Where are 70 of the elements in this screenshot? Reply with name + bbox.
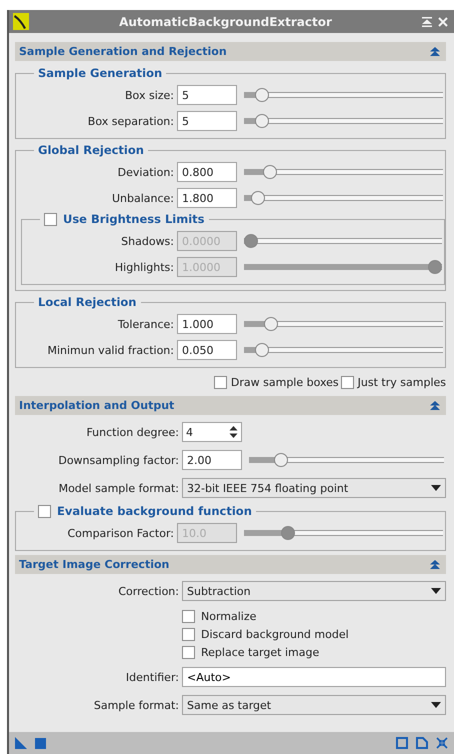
number-field[interactable]: 5 [177,85,237,105]
slider-thumb[interactable] [255,114,270,128]
field-label: Box size: [124,88,174,102]
checkbox-label[interactable]: Normalize [201,610,256,622]
section-header[interactable]: Target Image Correction [15,555,446,574]
square-icon[interactable] [35,738,46,748]
field-label: Unbalance: [110,192,174,204]
checkbox-label[interactable]: Discard background model [201,628,349,640]
document-icon[interactable] [416,737,428,749]
field-label: Deviation: [116,166,174,178]
number-field[interactable]: 2.00 [182,450,242,470]
checkbox[interactable] [340,376,354,388]
number-field[interactable]: 0.800 [177,162,237,182]
checkbox[interactable] [182,610,195,622]
field-label: Box separation: [86,114,174,128]
collapse-arrows-icon[interactable] [436,737,448,749]
collapse-icon [430,400,440,410]
field-label: Comparison Factor: [66,526,174,540]
close-icon[interactable] [438,16,448,26]
spin-field[interactable]: 4 [182,422,242,442]
shade-icon[interactable] [422,16,432,26]
group-title: Sample Generation [38,66,162,80]
field-label: Highlights: [114,260,174,274]
dropdown-arrow-icon [431,485,441,491]
field-label: Model sample format: [58,482,179,494]
checkbox[interactable] [44,212,57,226]
number-field[interactable]: 5 [177,111,237,131]
slider-thumb[interactable] [262,165,276,179]
dropdown[interactable]: Subtraction [182,581,446,601]
dropdown-arrow-icon [431,588,441,594]
triangle-icon[interactable] [15,737,27,749]
field-label: Tolerance: [116,318,174,330]
slider-thumb[interactable] [251,191,266,205]
window-title: AutomaticBackgroundExtractor [118,14,333,28]
dropdown-arrow-icon [431,702,441,708]
number-field[interactable]: 1.800 [177,188,237,208]
field-label: Function degree: [85,426,179,438]
number-field[interactable]: 0.050 [177,340,237,360]
number-field[interactable]: 1.000 [177,314,237,334]
checkbox-label[interactable]: Draw sample boxes [230,376,339,388]
dropdown[interactable]: 32-bit IEEE 754 floating point [182,478,446,498]
field-label: Downsampling factor: [57,454,179,466]
dropdown[interactable]: Same as target [182,695,446,715]
checkbox-label[interactable]: Replace target image [201,646,320,658]
field-label: Shadows: [120,234,174,248]
group-title: Evaluate background function [57,504,252,518]
section-header[interactable]: Sample Generation and Rejection [15,42,446,61]
collapse-icon [430,560,440,570]
checkbox[interactable] [182,646,195,658]
slider-thumb[interactable] [255,343,270,357]
square-outline-icon[interactable] [396,737,408,749]
slider-thumb[interactable] [264,317,278,331]
field-label: Sample format: [92,698,179,712]
section-header[interactable]: Interpolation and Output [15,396,446,415]
group-title: Local Rejection [38,295,136,309]
text-field[interactable]: <Auto> [182,667,446,687]
group-title: Global Rejection [38,143,144,157]
field-label: Minimun valid fraction: [46,344,174,356]
checkbox-label[interactable]: Just try samples [358,376,446,388]
field-label: Correction: [117,584,179,598]
collapse-icon [430,46,440,56]
checkbox[interactable] [38,504,51,518]
checkbox[interactable] [214,376,227,388]
app-logo-icon [13,13,29,30]
group-title: Use Brightness Limits [63,212,204,226]
slider-thumb[interactable] [255,88,270,102]
checkbox[interactable] [182,628,195,640]
field-label: Identifier: [124,670,179,684]
slider-thumb[interactable] [274,453,288,467]
spin-arrows-icon[interactable] [229,425,238,439]
